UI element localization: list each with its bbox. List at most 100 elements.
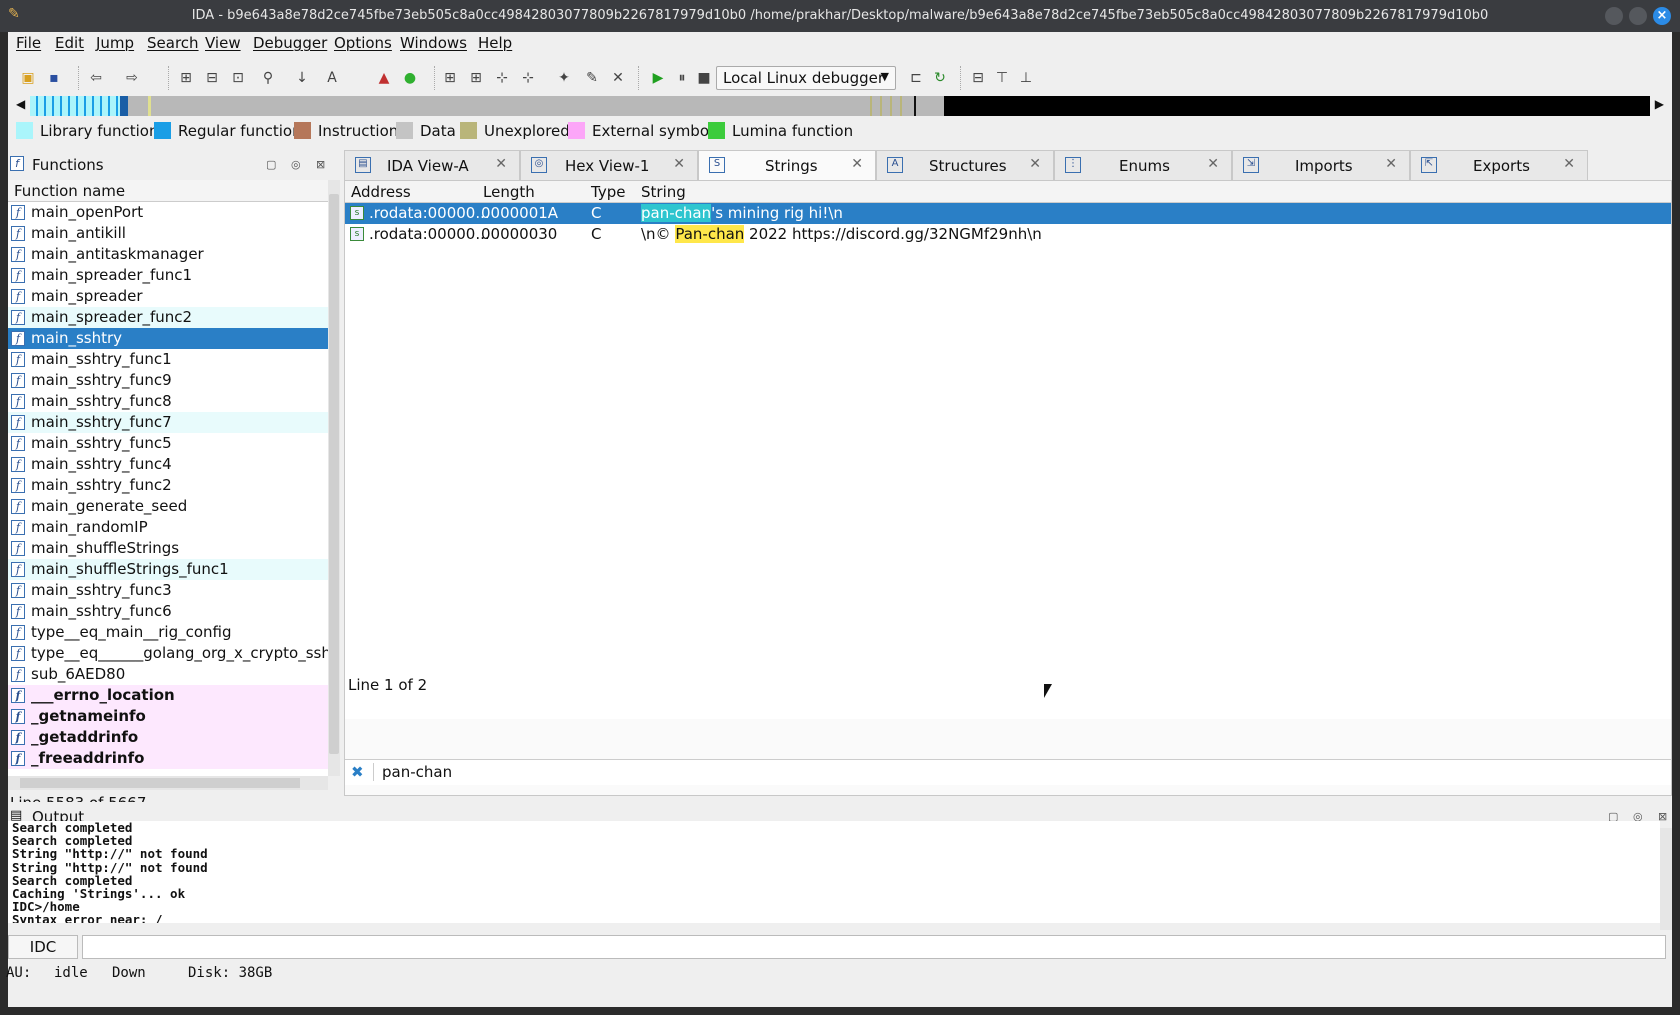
function-list-item[interactable]: f type__eq______golang_org_x_crypto_ssh_A: [8, 643, 328, 664]
col-string[interactable]: String: [641, 183, 686, 201]
close-icon[interactable]: ✕: [1207, 156, 1219, 172]
save-icon[interactable]: ▪: [44, 68, 64, 88]
warning-icon[interactable]: ▲: [374, 68, 394, 88]
function-list-item[interactable]: f main_generate_seed: [8, 496, 328, 517]
navband-bar[interactable]: [30, 96, 1650, 116]
function-list-item[interactable]: f main_antikill: [8, 223, 328, 244]
panel-float-icon[interactable]: ▢: [266, 158, 276, 171]
menu-search[interactable]: Search: [147, 34, 199, 52]
function-list-item[interactable]: f main_sshtry_func3: [8, 580, 328, 601]
search-text-icon[interactable]: ⚲: [258, 68, 278, 88]
function-list-item[interactable]: f main_randomIP: [8, 517, 328, 538]
output-log[interactable]: Search completed Search completed String "…: [8, 821, 1660, 923]
function-list-item[interactable]: f main_spreader_func2: [8, 307, 328, 328]
function-list-item[interactable]: f main_spreader_func1: [8, 265, 328, 286]
close-window-button[interactable]: ×: [1653, 7, 1671, 25]
tab-structures[interactable]: A Structures ✕: [876, 150, 1054, 180]
code-icon[interactable]: ⊞: [176, 68, 196, 88]
del-bp-icon[interactable]: ⊥: [1016, 68, 1036, 88]
col-type[interactable]: Type: [591, 183, 625, 201]
open-icon[interactable]: ▣: [18, 68, 38, 88]
menu-debugger[interactable]: Debugger: [253, 34, 327, 52]
function-list-item[interactable]: f main_sshtry_func1: [8, 349, 328, 370]
function-list-item[interactable]: f _getaddrinfo: [8, 727, 328, 748]
bin-icon[interactable]: ⊡: [228, 68, 248, 88]
function-list-item[interactable]: f type__eq_main__rig_config: [8, 622, 328, 643]
function-list-item[interactable]: f main_sshtry: [8, 328, 328, 349]
tab-imports[interactable]: ⇲ Imports ✕: [1232, 150, 1410, 180]
function-list-item[interactable]: f ___errno_location: [8, 685, 328, 706]
function-list-item[interactable]: f main_sshtry_func5: [8, 433, 328, 454]
function-list-item[interactable]: f main_spreader: [8, 286, 328, 307]
table-row[interactable]: s .rodata:00000... 00000030 C \n© Pan-ch…: [345, 224, 1671, 245]
output-scrollbar[interactable]: [1660, 828, 1672, 930]
enum-icon[interactable]: ⊞: [466, 68, 486, 88]
nav-right-icon[interactable]: ▶: [1655, 97, 1664, 111]
back-icon[interactable]: ⇦: [86, 68, 106, 88]
add-bp-icon[interactable]: ⊤: [992, 68, 1012, 88]
plugin-icon[interactable]: ✦: [554, 68, 574, 88]
attach-icon[interactable]: ⊏: [906, 68, 926, 88]
down-arrow-icon[interactable]: ↓: [292, 68, 312, 88]
text-icon[interactable]: A: [322, 68, 342, 88]
refresh-icon[interactable]: ↻: [930, 68, 950, 88]
breakpoints-icon[interactable]: ⊟: [968, 68, 988, 88]
function-list-item[interactable]: f main_shuffleStrings_func1: [8, 559, 328, 580]
close-icon[interactable]: ✕: [851, 156, 863, 172]
function-list-hscrollbar[interactable]: [8, 776, 328, 790]
close-icon[interactable]: ✕: [1385, 156, 1397, 172]
patch-icon[interactable]: ✎: [582, 68, 602, 88]
pause-icon[interactable]: ⏸: [672, 68, 692, 88]
idc-button[interactable]: IDC: [8, 935, 78, 959]
minimize-button[interactable]: [1605, 7, 1623, 25]
filter-input[interactable]: pan-chan: [373, 763, 452, 781]
data-icon[interactable]: ⊟: [202, 68, 222, 88]
function-list-item[interactable]: f sub_6AED80: [8, 664, 328, 685]
function-list-item[interactable]: f main_sshtry_func8: [8, 391, 328, 412]
strings-table[interactable]: s .rodata:00000... 0000001A C pan-chan's…: [345, 203, 1671, 719]
function-list-item[interactable]: f main_shuffleStrings: [8, 538, 328, 559]
struct-icon[interactable]: ⊞: [440, 68, 460, 88]
function-list-item[interactable]: f main_sshtry_func7: [8, 412, 328, 433]
menu-file[interactable]: File: [16, 34, 41, 52]
quick-filter[interactable]: ✖ pan-chan: [345, 759, 1671, 785]
cross-icon[interactable]: ✕: [608, 68, 628, 88]
tab-exports[interactable]: ⇱ Exports ✕: [1410, 150, 1588, 180]
table-row[interactable]: s .rodata:00000... 0000001A C pan-chan's…: [345, 203, 1671, 224]
panel-close-icon[interactable]: ⊠: [316, 158, 325, 171]
col-address[interactable]: Address: [351, 183, 411, 201]
function-list-item[interactable]: f main_openPort: [8, 202, 328, 223]
xref2-icon[interactable]: ⊹: [518, 68, 538, 88]
function-list-item[interactable]: f _getnameinfo: [8, 706, 328, 727]
panel-restore-icon[interactable]: ◎: [291, 158, 301, 171]
menu-edit[interactable]: Edit: [55, 34, 84, 52]
menu-jump[interactable]: Jump: [96, 34, 134, 52]
green-dot-icon[interactable]: ●: [400, 68, 420, 88]
close-icon[interactable]: ✕: [1563, 156, 1575, 172]
function-list-item[interactable]: f _freeaddrinfo: [8, 748, 328, 769]
idc-input[interactable]: [82, 935, 1666, 959]
function-list-item[interactable]: f main_sshtry_func6: [8, 601, 328, 622]
maximize-button[interactable]: [1629, 7, 1647, 25]
close-icon[interactable]: ✕: [1029, 156, 1041, 172]
tab-strings[interactable]: S Strings ✕: [698, 150, 876, 181]
forward-icon[interactable]: ⇨: [122, 68, 142, 88]
function-list-item[interactable]: f main_sshtry_func4: [8, 454, 328, 475]
close-icon[interactable]: ✕: [673, 156, 685, 172]
navigation-band[interactable]: ◀ ▶: [16, 94, 1664, 118]
debugger-select[interactable]: Local Linux debugger ▼: [716, 66, 896, 90]
function-list[interactable]: f main_openPort f main_antikill f main_antita…: [8, 202, 328, 776]
xref-icon[interactable]: ⊹: [492, 68, 512, 88]
nav-left-icon[interactable]: ◀: [16, 97, 25, 111]
stop-icon[interactable]: ■: [694, 68, 714, 88]
col-length[interactable]: Length: [483, 183, 535, 201]
menu-options[interactable]: Options: [334, 34, 392, 52]
function-list-item[interactable]: f main_sshtry_func2: [8, 475, 328, 496]
tab-ida-view[interactable]: ▤ IDA View-A ✕: [344, 150, 520, 180]
menu-help[interactable]: Help: [478, 34, 512, 52]
play-icon[interactable]: ▶: [648, 68, 668, 88]
menu-windows[interactable]: Windows: [400, 34, 467, 52]
function-name-header[interactable]: Function name: [8, 180, 328, 202]
close-icon[interactable]: ✕: [495, 156, 507, 172]
tab-enums[interactable]: ⋮ Enums ✕: [1054, 150, 1232, 180]
